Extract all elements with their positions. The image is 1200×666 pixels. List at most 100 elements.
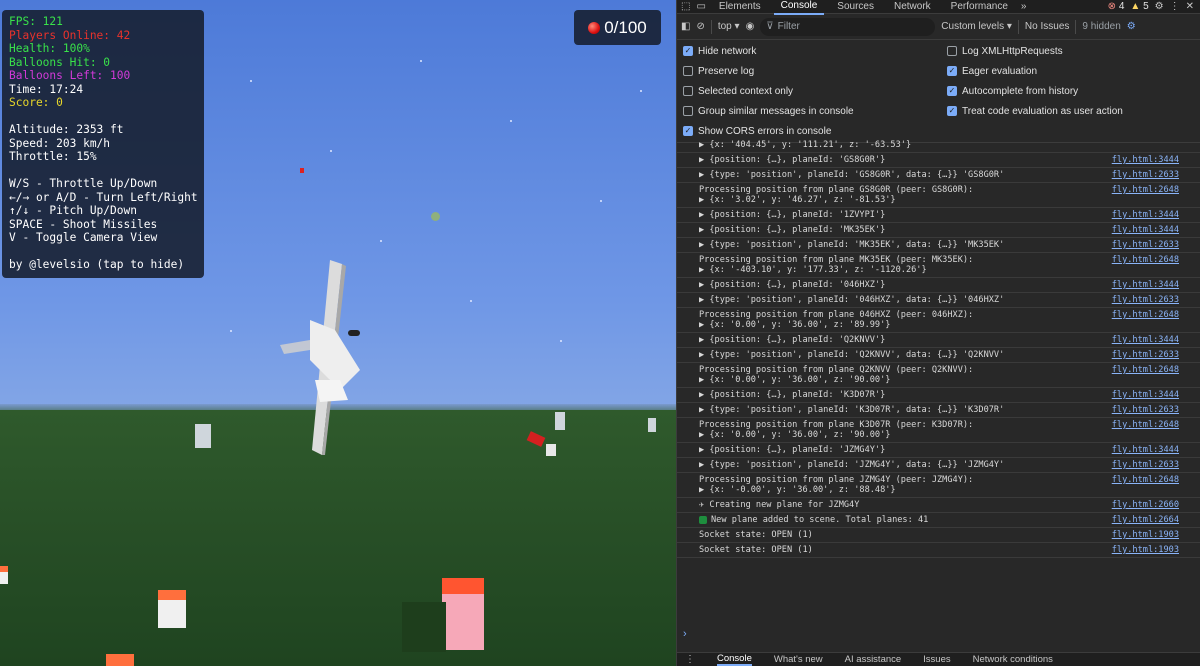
source-link[interactable]: fly.html:2633	[1112, 295, 1179, 305]
source-link[interactable]: fly.html:2660	[1112, 500, 1179, 510]
tab-elements[interactable]: Elements	[712, 0, 768, 14]
source-link[interactable]: fly.html:3444	[1112, 225, 1179, 235]
console-settings-icon[interactable]: ⚙	[1127, 21, 1136, 32]
clear-console-icon[interactable]: ⊘	[696, 21, 704, 32]
drawer-menu-icon[interactable]: ⋮	[685, 654, 695, 665]
source-link[interactable]: fly.html:3444	[1112, 210, 1179, 220]
log-object[interactable]: ▶ {x: '-0.00', y: '36.00', z: '88.48'}	[699, 485, 1195, 495]
source-link[interactable]: fly.html:3444	[1112, 155, 1179, 165]
log-entry[interactable]: ▶ {type: 'position', planeId: 'GS8G0R', …	[677, 168, 1200, 183]
gear-icon[interactable]: ⚙	[1155, 1, 1164, 12]
devtools-panel[interactable]: ⬚ ▭ Elements Console Sources Network Per…	[676, 0, 1200, 666]
setting-option[interactable]: ✓ Show CORS errors in console	[683, 124, 947, 138]
context-selector[interactable]: top ▾	[718, 21, 740, 32]
log-object[interactable]: ▶ {x: '3.02', y: '46.27', z: '-81.53'}	[699, 195, 1195, 205]
log-entry[interactable]: ✈ Creating new plane for JZMG4Y fly.html:…	[677, 498, 1200, 513]
device-toolbar-icon[interactable]: ▭	[696, 1, 705, 12]
log-entry[interactable]: ▶ {position: {…}, planeId: 'MK35EK'} fly.…	[677, 223, 1200, 238]
drawer-tab-ai-assistance[interactable]: AI assistance	[845, 654, 902, 665]
drawer-tab-console[interactable]: Console	[717, 653, 752, 666]
issues-button[interactable]: No Issues	[1025, 21, 1069, 32]
log-entry[interactable]: Processing position from plane GS8G0R (p…	[677, 183, 1200, 208]
log-entry[interactable]: Socket state: OPEN (1) fly.html:1903	[677, 543, 1200, 558]
log-entry[interactable]: ▶ {position: {…}, planeId: 'GS8G0R'} fly.…	[677, 153, 1200, 168]
log-entry[interactable]: ▶ {type: 'position', planeId: 'Q2KNVV', …	[677, 348, 1200, 363]
log-entry[interactable]: New plane added to scene. Total planes: …	[677, 513, 1200, 528]
tab-network[interactable]: Network	[887, 0, 938, 14]
log-entry[interactable]: Processing position from plane MK35EK (p…	[677, 253, 1200, 278]
setting-option[interactable]: Preserve log	[683, 64, 947, 78]
log-entry[interactable]: Processing position from plane 046HXZ (p…	[677, 308, 1200, 333]
setting-option[interactable]: Log XMLHttpRequests	[947, 44, 1187, 58]
credit-link[interactable]: by @levelsio (tap to hide)	[9, 258, 197, 272]
log-entry[interactable]: ▶ {type: 'position', planeId: '046HXZ', …	[677, 293, 1200, 308]
source-link[interactable]: fly.html:2633	[1112, 350, 1179, 360]
close-icon[interactable]: ✕	[1186, 1, 1194, 12]
source-link[interactable]: fly.html:2648	[1112, 475, 1179, 485]
log-entry[interactable]: ▶ {position: {…}, planeId: '1ZVYPI'} fly.…	[677, 208, 1200, 223]
log-entry[interactable]: ▶ {position: {…}, planeId: 'K3D07R'} fly.…	[677, 388, 1200, 403]
checkbox[interactable]: ✓	[683, 126, 693, 136]
setting-option[interactable]: Selected context only	[683, 84, 947, 98]
drawer-tab-issues[interactable]: Issues	[923, 654, 950, 665]
checkbox[interactable]	[947, 46, 957, 56]
filter-input[interactable]: ⊽ Filter	[760, 17, 936, 36]
log-entry[interactable]: ▶ {position: {…}, planeId: 'JZMG4Y'} fly.…	[677, 443, 1200, 458]
source-link[interactable]: fly.html:2648	[1112, 310, 1179, 320]
source-link[interactable]: fly.html:3444	[1112, 335, 1179, 345]
source-link[interactable]: fly.html:3444	[1112, 280, 1179, 290]
log-object[interactable]: ▶ {x: '-403.10', y: '177.33', z: '-1120.…	[699, 265, 1195, 275]
setting-option[interactable]: Group similar messages in console	[683, 104, 947, 118]
log-entry[interactable]: ▶ {type: 'position', planeId: 'JZMG4Y', …	[677, 458, 1200, 473]
warning-count-badge[interactable]: ▲ 5	[1130, 1, 1148, 12]
log-object[interactable]: ▶ {x: '0.00', y: '36.00', z: '90.00'}	[699, 375, 1195, 385]
log-object[interactable]: ▶ {x: '0.00', y: '36.00', z: '89.99'}	[699, 320, 1195, 330]
log-entry[interactable]: Processing position from plane JZMG4Y (p…	[677, 473, 1200, 498]
checkbox[interactable]	[683, 66, 693, 76]
source-link[interactable]: fly.html:1903	[1112, 545, 1179, 555]
setting-option[interactable]: ✓ Autocomplete from history	[947, 84, 1187, 98]
drawer-tab-network-conditions[interactable]: Network conditions	[973, 654, 1053, 665]
tab-sources[interactable]: Sources	[830, 0, 881, 14]
log-entry[interactable]: Socket state: OPEN (1) fly.html:1903	[677, 528, 1200, 543]
error-count-badge[interactable]: ⊗ 4	[1108, 1, 1125, 12]
inspect-icon[interactable]: ⬚	[681, 1, 690, 12]
log-levels-dropdown[interactable]: Custom levels ▾	[941, 21, 1012, 32]
more-tabs-icon[interactable]: »	[1021, 1, 1027, 12]
source-link[interactable]: fly.html:2648	[1112, 420, 1179, 430]
tab-performance[interactable]: Performance	[944, 0, 1015, 14]
source-link[interactable]: fly.html:2648	[1112, 185, 1179, 195]
source-link[interactable]: fly.html:2633	[1112, 240, 1179, 250]
checkbox[interactable]: ✓	[947, 106, 957, 116]
game-viewport[interactable]: FPS: 121 Players Online: 42 Health: 100%…	[0, 0, 676, 666]
console-prompt[interactable]: ›	[677, 626, 1200, 650]
kebab-menu-icon[interactable]: ⋮	[1170, 1, 1180, 12]
source-link[interactable]: fly.html:2648	[1112, 365, 1179, 375]
tab-console[interactable]: Console	[773, 0, 825, 15]
checkbox[interactable]: ✓	[947, 86, 957, 96]
source-link[interactable]: fly.html:2648	[1112, 255, 1179, 265]
source-link[interactable]: fly.html:2633	[1112, 460, 1179, 470]
log-entry[interactable]: ▶ {position: {…}, planeId: 'Q2KNVV'} fly.…	[677, 333, 1200, 348]
game-hud[interactable]: FPS: 121 Players Online: 42 Health: 100%…	[2, 10, 204, 278]
console-log[interactable]: ▶ {x: '404.45', y: '111.21', z: '-63.53'…	[677, 138, 1200, 626]
setting-option[interactable]: ✓ Treat code evaluation as user action	[947, 104, 1187, 118]
source-link[interactable]: fly.html:3444	[1112, 445, 1179, 455]
drawer-tab-whats-new[interactable]: What's new	[774, 654, 823, 665]
setting-option[interactable]: ✓ Eager evaluation	[947, 64, 1187, 78]
log-entry[interactable]: Processing position from plane Q2KNVV (p…	[677, 363, 1200, 388]
source-link[interactable]: fly.html:1903	[1112, 530, 1179, 540]
log-entry[interactable]: ▶ {position: {…}, planeId: '046HXZ'} fly.…	[677, 278, 1200, 293]
checkbox[interactable]	[683, 106, 693, 116]
source-link[interactable]: fly.html:2633	[1112, 405, 1179, 415]
eye-icon[interactable]: ◉	[746, 21, 755, 32]
sidebar-toggle-icon[interactable]: ◧	[681, 21, 690, 32]
log-object[interactable]: ▶ {x: '0.00', y: '36.00', z: '90.00'}	[699, 430, 1195, 440]
source-link[interactable]: fly.html:3444	[1112, 390, 1179, 400]
source-link[interactable]: fly.html:2633	[1112, 170, 1179, 180]
log-entry[interactable]: ▶ {x: '404.45', y: '111.21', z: '-63.53'…	[677, 138, 1200, 153]
log-entry[interactable]: ▶ {type: 'position', planeId: 'MK35EK', …	[677, 238, 1200, 253]
log-entry[interactable]: ▶ {type: 'position', planeId: 'K3D07R', …	[677, 403, 1200, 418]
log-entry[interactable]: Processing position from plane K3D07R (p…	[677, 418, 1200, 443]
checkbox[interactable]: ✓	[683, 46, 693, 56]
